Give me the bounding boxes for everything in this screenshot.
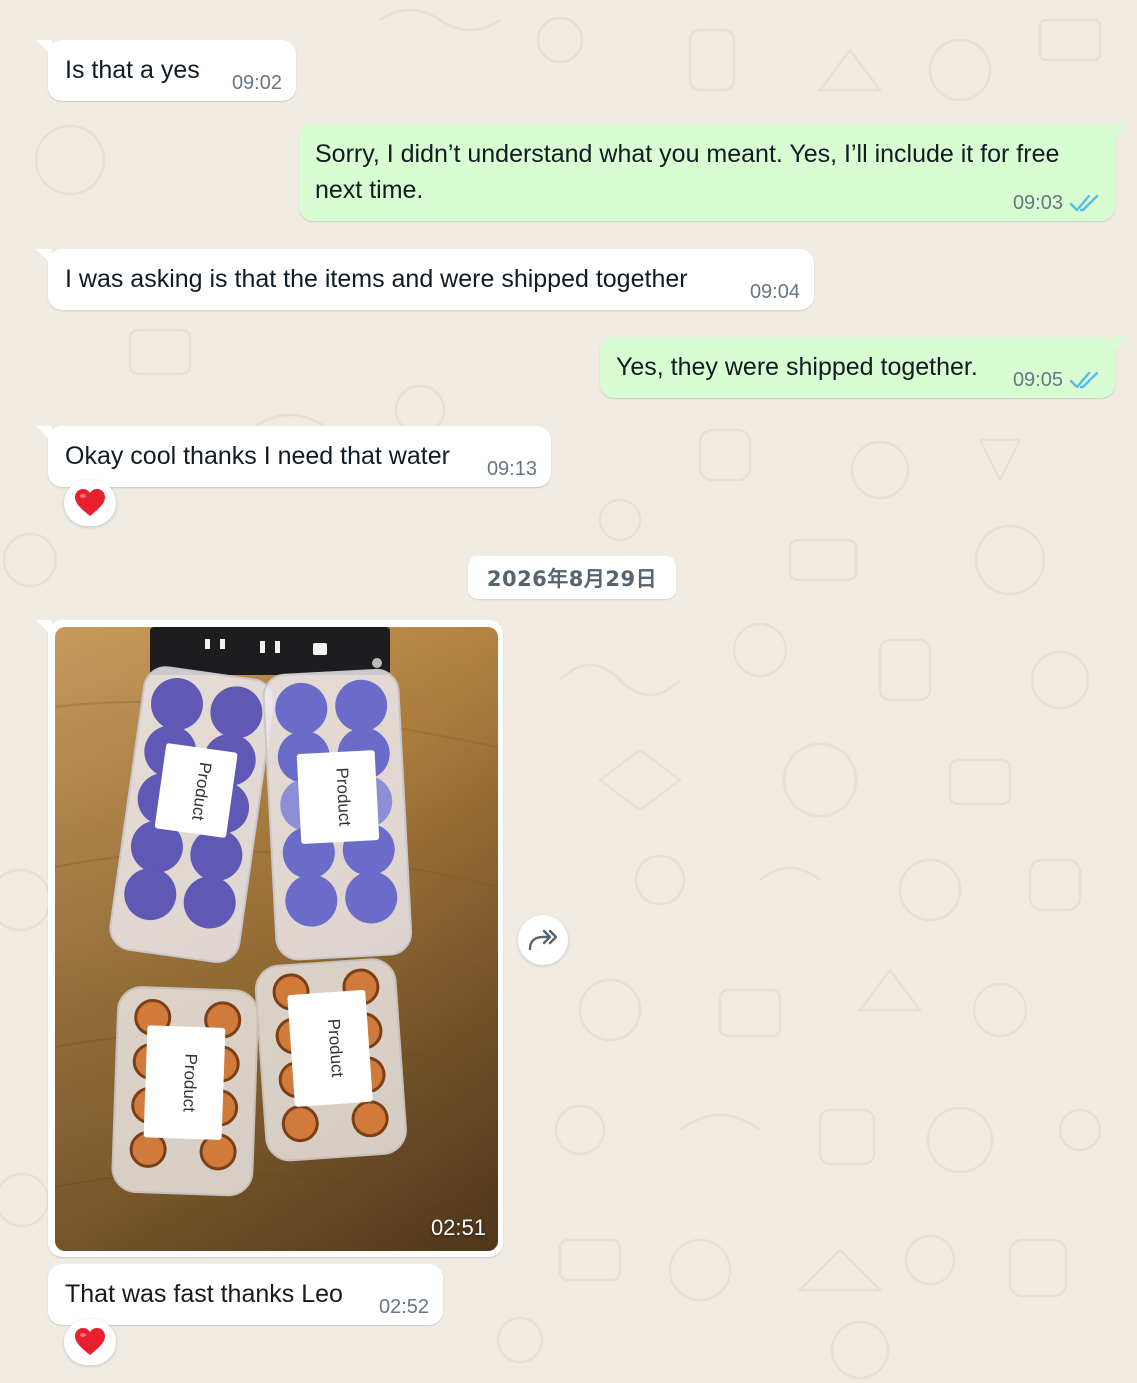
product-label: Product bbox=[332, 767, 354, 827]
message-meta: 09:02 bbox=[232, 73, 282, 93]
message-incoming[interactable]: I was asking is that the items and were … bbox=[36, 249, 814, 310]
message-meta: 09:05 bbox=[1013, 370, 1101, 390]
message-time: 09:13 bbox=[486, 458, 537, 480]
message-text: That was fast thanks Leo bbox=[65, 1280, 343, 1308]
bubble-tail bbox=[36, 620, 52, 636]
message-time: 09:04 bbox=[749, 281, 800, 303]
product-label: Product bbox=[179, 1053, 200, 1112]
heart-icon bbox=[75, 1328, 105, 1355]
message-incoming[interactable]: Okay cool thanks I need that water 09:13 bbox=[36, 426, 551, 487]
message-meta: 09:13 bbox=[487, 459, 537, 479]
message-outgoing[interactable]: Sorry, I didn’t understand what you mean… bbox=[299, 124, 1127, 221]
date-divider: 2026年8月29日 bbox=[468, 556, 676, 599]
message-text: Okay cool thanks I need that water bbox=[65, 442, 450, 470]
message-time: 02:52 bbox=[378, 1296, 429, 1318]
photo-thumbnail[interactable]: Product Product Product Product 02:51 bbox=[55, 627, 498, 1251]
forward-icon bbox=[528, 929, 558, 951]
reaction-badge[interactable] bbox=[64, 480, 116, 526]
message-incoming[interactable]: Is that a yes 09:02 bbox=[36, 40, 296, 101]
message-text: Is that a yes bbox=[65, 56, 200, 84]
bubble-tail bbox=[36, 40, 52, 56]
message-time: 09:02 bbox=[231, 72, 282, 94]
photo-time: 02:51 bbox=[430, 1215, 486, 1240]
message-meta: 09:03 bbox=[1013, 193, 1101, 213]
message-meta: 09:04 bbox=[750, 282, 800, 302]
double-check-icon bbox=[1069, 194, 1099, 212]
message-text: I was asking is that the items and were … bbox=[65, 265, 688, 293]
double-check-icon bbox=[1069, 371, 1099, 389]
message-text: Yes, they were shipped together. bbox=[616, 353, 978, 381]
message-text-line: next time. bbox=[315, 176, 424, 204]
image-message[interactable]: Product Product Product Product 02:51 bbox=[36, 620, 503, 1257]
bubble-tail bbox=[1111, 337, 1127, 353]
reaction-badge[interactable] bbox=[64, 1319, 116, 1365]
message-meta: 02:52 bbox=[379, 1297, 429, 1317]
message-time: 09:05 bbox=[1012, 369, 1063, 391]
message-time: 09:03 bbox=[1012, 192, 1063, 214]
forward-button[interactable] bbox=[518, 915, 568, 965]
bubble-tail bbox=[36, 249, 52, 265]
message-outgoing[interactable]: Yes, they were shipped together. 09:05 bbox=[600, 337, 1127, 398]
heart-icon bbox=[75, 489, 105, 516]
message-text-line: Sorry, I didn’t understand what you mean… bbox=[315, 140, 1060, 168]
product-photo: Product Product Product Product bbox=[55, 627, 498, 1251]
message-incoming[interactable]: That was fast thanks Leo 02:52 bbox=[48, 1264, 443, 1325]
bubble-tail bbox=[36, 426, 52, 442]
bubble-tail bbox=[1111, 124, 1127, 140]
